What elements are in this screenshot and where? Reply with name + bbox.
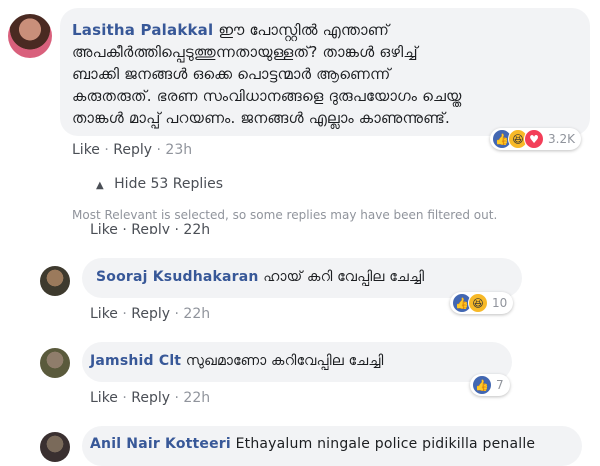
- reply-text: Sooraj Ksudhakaran ഹായ് കറി വേപ്പില ചേച്…: [96, 269, 425, 285]
- filter-note: Most Relevant is selected, so some repli…: [72, 208, 498, 222]
- timestamp[interactable]: 22h: [183, 306, 210, 322]
- reply-author[interactable]: Sooraj Ksudhakaran: [96, 269, 259, 285]
- timestamp[interactable]: 22h: [183, 390, 210, 406]
- like-link[interactable]: Like: [90, 306, 118, 322]
- reply-link[interactable]: Reply: [113, 142, 152, 158]
- comment-line-4: കരുതരുത്. ഭരണ സംവിധാനങ്ങളെ ദുരുപയോഗം ചെയ…: [72, 87, 462, 105]
- comment-line-1: Lasitha Palakkal ഈ പോസ്റ്റിൽ എന്താണ്: [72, 21, 390, 39]
- reaction-summary[interactable]: 👍 7: [470, 374, 510, 396]
- reply-link[interactable]: Reply: [131, 390, 170, 406]
- comment-line-5: താങ്കൾ മാപ്പ് പറയണം. ജനങ്ങൾ എല്ലാം കാണുന…: [72, 109, 450, 127]
- avatar[interactable]: [8, 14, 52, 58]
- reply-author[interactable]: Jamshid Clt: [90, 353, 181, 369]
- like-icon: 👍: [472, 375, 492, 395]
- haha-icon: 😆: [468, 293, 488, 313]
- clipped-actions: Like · Reply · 22h: [90, 222, 211, 234]
- avatar[interactable]: [40, 266, 70, 296]
- reply-text: Anil Nair Kotteeri Ethayalum ningale pol…: [90, 436, 536, 452]
- reaction-count: 3.2K: [548, 132, 575, 146]
- love-icon: ♥: [524, 129, 544, 149]
- comment-actions: Like · Reply · 23h: [72, 142, 193, 158]
- reaction-count: 10: [492, 296, 508, 310]
- reaction-summary[interactable]: 👍 😆 10: [450, 292, 514, 314]
- comment-line-2: അപകീർത്തിപ്പെടുത്തുന്നതായുള്ളത്? താങ്കൾ …: [72, 43, 418, 61]
- timestamp[interactable]: 23h: [165, 142, 192, 158]
- chevron-up-icon: ▲: [96, 180, 104, 191]
- reply-text: Jamshid Clt സുഖമാണോ കറിവേപ്പില ചേച്ചി: [90, 353, 384, 369]
- reply-actions: Like · Reply · 22h: [90, 306, 211, 322]
- like-link[interactable]: Like: [90, 390, 118, 406]
- reaction-summary[interactable]: 👍 😆 ♥ 3.2K: [490, 128, 581, 150]
- like-link[interactable]: Like: [72, 142, 100, 158]
- comment-author[interactable]: Lasitha Palakkal: [72, 21, 213, 39]
- avatar[interactable]: [40, 348, 70, 378]
- hide-replies-link[interactable]: ▲ Hide 53 Replies: [96, 176, 223, 192]
- reply-actions: Like · Reply · 22h: [90, 390, 211, 406]
- avatar[interactable]: [40, 432, 70, 462]
- reaction-count: 7: [496, 378, 504, 392]
- comment-line-3: ബാക്കി ജനങ്ങൾ ഒക്കെ പൊട്ടന്മാർ ആണെന്ന്: [72, 65, 391, 83]
- reply-link[interactable]: Reply: [131, 306, 170, 322]
